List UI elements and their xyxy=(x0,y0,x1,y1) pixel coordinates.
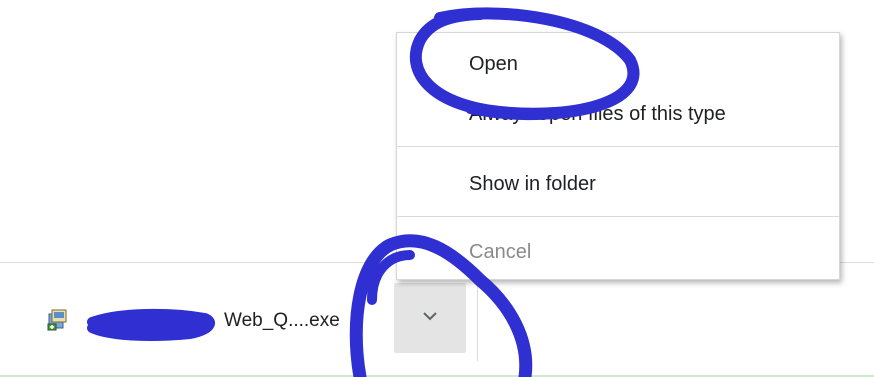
browser-window: Web_Q....exe Open Always open files of t… xyxy=(0,0,874,377)
download-file-name: Web_Q....exe xyxy=(224,310,340,331)
menu-item-cancel[interactable]: Cancel xyxy=(397,241,839,264)
download-options-button[interactable] xyxy=(394,283,466,353)
menu-separator xyxy=(397,146,839,147)
installer-icon xyxy=(46,308,70,332)
download-context-menu: Open Always open files of this type Show… xyxy=(396,32,840,280)
menu-item-open[interactable]: Open xyxy=(397,53,839,76)
menu-item-show-in-folder[interactable]: Show in folder xyxy=(397,173,839,196)
menu-item-always-open[interactable]: Always open files of this type xyxy=(397,103,839,126)
menu-separator xyxy=(397,216,839,217)
shelf-divider xyxy=(477,283,478,361)
chevron-down-icon xyxy=(423,312,437,321)
